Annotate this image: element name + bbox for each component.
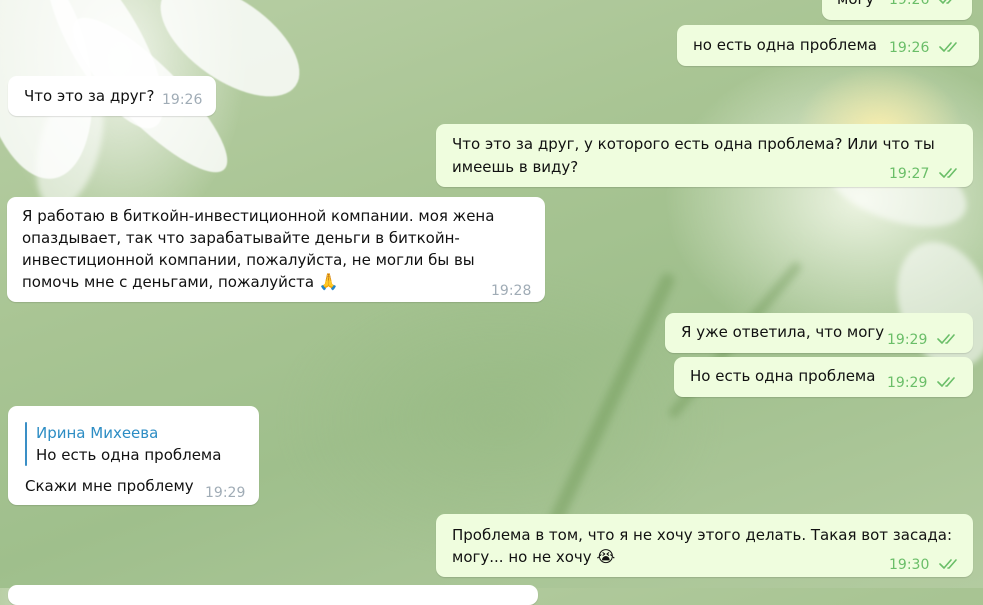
message-text: могу... но не хочу 😭	[452, 546, 615, 568]
message-text: Что это за друг?	[24, 87, 155, 105]
message-text: имеешь в виду?	[452, 158, 579, 176]
message-text: помочь мне с деньгами, пожалуйста 🙏	[22, 271, 339, 293]
double-check-icon	[939, 42, 957, 52]
message-time: 19:26	[889, 40, 930, 56]
message-outgoing[interactable]: Но есть одна проблема 19:29	[674, 357, 973, 397]
reply-accent-bar	[25, 422, 27, 466]
reply-quote[interactable]: Ирина Михеева Но есть одна проблема	[8, 406, 259, 468]
message-text: могу	[837, 0, 874, 10]
message-incoming-reply[interactable]: Ирина Михеева Но есть одна проблема Скаж…	[8, 406, 259, 505]
message-text: Я работаю в биткойн-инвестиционной компа…	[22, 207, 495, 225]
message-text: Скажи мне проблему	[25, 477, 194, 495]
message-text: но есть одна проблема	[693, 36, 877, 54]
message-time: 19:30	[889, 557, 930, 573]
message-time: 19:29	[205, 485, 246, 501]
message-text: инвестиционной компании, пожалуйста, не …	[22, 251, 475, 269]
message-text-part: помочь мне с деньгами, пожалуйста	[22, 273, 315, 291]
message-outgoing[interactable]: Я уже ответила, что могу 19:29	[665, 313, 973, 353]
message-text: Что это за друг, у которого есть одна пр…	[452, 135, 935, 153]
reply-author: Ирина Михеева	[36, 424, 159, 442]
message-incoming[interactable]	[8, 585, 538, 605]
message-incoming[interactable]: Я работаю в биткойн-инвестиционной компа…	[7, 197, 545, 302]
message-text: Но есть одна проблема	[690, 367, 876, 385]
crying-face-emoji: 😭	[596, 547, 616, 566]
praying-hands-emoji: 🙏	[318, 272, 339, 291]
double-check-icon	[938, 0, 952, 4]
reply-text: Но есть одна проблема	[36, 446, 222, 464]
message-time: 19:29	[887, 375, 928, 391]
message-time: 19:26	[889, 0, 930, 8]
message-text: Я уже ответила, что могу	[681, 323, 885, 341]
message-time: 19:26	[162, 92, 203, 108]
message-time: 19:29	[887, 332, 928, 348]
message-outgoing[interactable]: но есть одна проблема 19:26	[677, 25, 979, 66]
message-time: 19:27	[889, 166, 930, 182]
message-text: Проблема в том, что я не хочу этого дела…	[452, 526, 953, 544]
message-text: опаздывает, так что зарабатывайте деньги…	[22, 229, 460, 247]
double-check-icon	[937, 377, 955, 387]
message-text-part: могу... но не хочу	[452, 548, 592, 566]
message-time: 19:28	[491, 283, 532, 299]
message-outgoing[interactable]: могу 19:26	[822, 0, 972, 20]
double-check-icon	[939, 559, 957, 569]
message-outgoing[interactable]: Что это за друг, у которого есть одна пр…	[436, 124, 973, 187]
double-check-icon	[939, 168, 957, 178]
double-check-icon	[937, 334, 955, 344]
message-outgoing[interactable]: Проблема в том, что я не хочу этого дела…	[436, 514, 973, 577]
message-incoming[interactable]: Что это за друг? 19:26	[8, 76, 216, 116]
